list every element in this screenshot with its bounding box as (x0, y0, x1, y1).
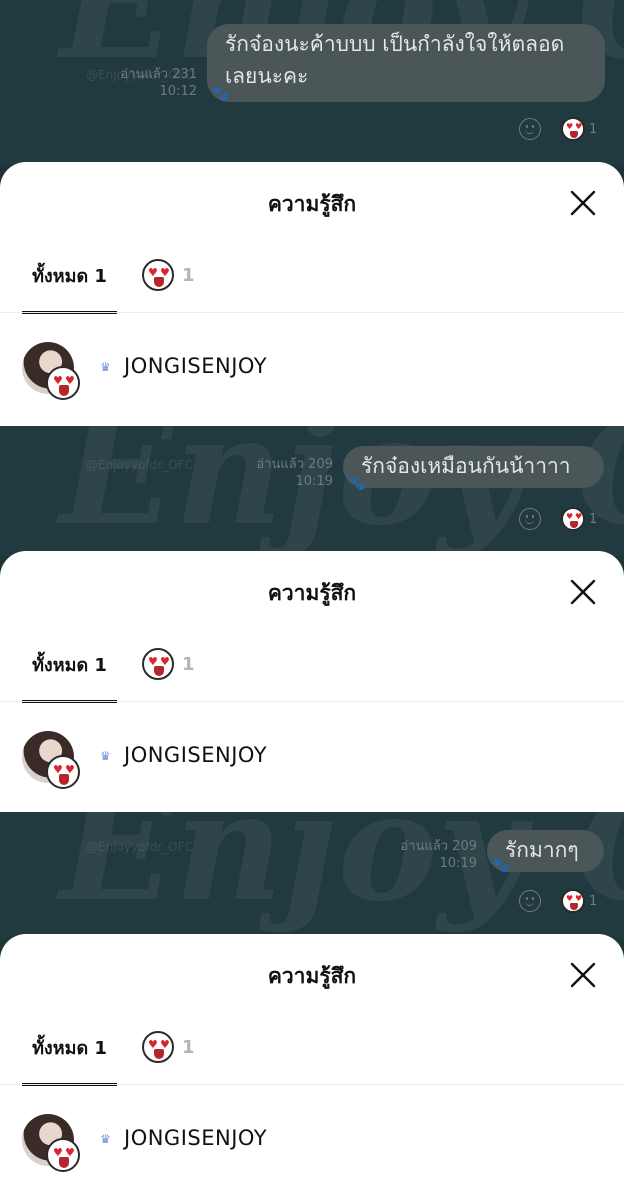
tab-heart-eyes[interactable]: ♥ ♥ 1 (142, 1030, 195, 1064)
chat-strip: Enjoy Olighi @Enjoyyofdr_OFC อ่านแล้ว 23… (0, 0, 624, 165)
read-receipt: อ่านแล้ว 231 (120, 67, 197, 82)
tab-heart-eyes[interactable]: ♥ ♥ 1 (142, 258, 195, 292)
message-meta: อ่านแล้ว 231 10:12 (100, 66, 197, 100)
chat-strip: Enjoy Olighi @Enjoyyofdr_OFC อ่านแล้ว 20… (0, 426, 624, 556)
reaction-count: 1 (589, 893, 598, 909)
crown-icon: ♛ (100, 749, 111, 763)
watermark-handle: @Enjoyyofdr_OFC (86, 458, 193, 472)
heart-eyes-emoji-icon: ♥ ♥ (561, 889, 585, 913)
message-time: 10:12 (159, 84, 197, 99)
smiley-icon[interactable] (519, 118, 541, 140)
reactions-sheet: ความรู้สึก ทั้งหมด 1 ♥ ♥ 1 ♥ ♥ ♛ JONGISENJ… (0, 162, 624, 426)
smiley-icon[interactable] (519, 890, 541, 912)
crown-icon: ♛ (100, 360, 111, 374)
message-bubble[interactable]: รักจ๋องเหมือนกันน้าาาา (343, 446, 604, 488)
heart-eyes-emoji-icon: ♥ ♥ (142, 259, 174, 291)
watermark-handle: @Enjoyyofdr_OFC (86, 840, 193, 854)
username[interactable]: JONGISENJOY (124, 354, 267, 378)
divider (0, 701, 624, 702)
username[interactable]: JONGISENJOY (124, 1126, 267, 1150)
reaction-chip[interactable]: ♥ ♥ 1 (561, 889, 597, 913)
close-icon[interactable] (570, 190, 596, 216)
tab-emoji-count: 1 (182, 1036, 195, 1058)
heart-eyes-emoji-icon: ♥ ♥ (142, 648, 174, 680)
heart-eyes-emoji-icon: ♥ ♥ (561, 117, 585, 141)
heart-eyes-emoji-icon: ♥ ♥ (46, 755, 80, 789)
paw-icon: 🐾 (348, 476, 366, 492)
smiley-icon[interactable] (519, 508, 541, 530)
username[interactable]: JONGISENJOY (124, 743, 267, 767)
reaction-count: 1 (589, 511, 598, 527)
tab-all[interactable]: ทั้งหมด 1 (22, 643, 117, 703)
tab-heart-eyes[interactable]: ♥ ♥ 1 (142, 647, 195, 681)
reaction-chip[interactable]: ♥ ♥ 1 (561, 507, 597, 531)
divider (0, 312, 624, 313)
sheet-title: ความรู้สึก (267, 581, 357, 605)
tab-all[interactable]: ทั้งหมด 1 (22, 1026, 117, 1086)
message-bubble[interactable]: รักจ๋องนะค้าบบบ เป็นกำลังใจให้ตลอดเลยนะค… (207, 24, 605, 102)
heart-eyes-emoji-icon: ♥ ♥ (561, 507, 585, 531)
chat-strip: Enjoy Olighi @Enjoyyofdr_OFC อ่านแล้ว 20… (0, 812, 624, 940)
reaction-chip[interactable]: ♥ ♥ 1 (561, 117, 597, 141)
message-meta: อ่านแล้ว 209 10:19 (236, 456, 333, 490)
reactions-sheet: ความรู้สึก ทั้งหมด 1 ♥ ♥ 1 ♥ ♥ ♛ JONGISENJ… (0, 934, 624, 1200)
reaction-count: 1 (589, 121, 598, 137)
message-time: 10:19 (439, 856, 477, 871)
tab-emoji-count: 1 (182, 653, 195, 675)
tab-emoji-count: 1 (182, 264, 195, 286)
close-icon[interactable] (570, 962, 596, 988)
read-receipt: อ่านแล้ว 209 (256, 457, 333, 472)
reactions-sheet: ความรู้สึก ทั้งหมด 1 ♥ ♥ 1 ♥ ♥ ♛ JONGISENJ… (0, 551, 624, 812)
crown-icon: ♛ (100, 1132, 111, 1146)
close-icon[interactable] (570, 579, 596, 605)
heart-eyes-emoji-icon: ♥ ♥ (46, 366, 80, 400)
heart-eyes-emoji-icon: ♥ ♥ (142, 1031, 174, 1063)
read-receipt: อ่านแล้ว 209 (400, 839, 477, 854)
heart-eyes-emoji-icon: ♥ ♥ (46, 1138, 80, 1172)
tab-all[interactable]: ทั้งหมด 1 (22, 254, 117, 314)
sheet-title: ความรู้สึก (267, 192, 357, 216)
sheet-title: ความรู้สึก (267, 964, 357, 988)
message-meta: อ่านแล้ว 209 10:19 (380, 838, 477, 872)
paw-icon: 🐾 (212, 86, 230, 102)
divider (0, 1084, 624, 1085)
message-time: 10:19 (295, 474, 333, 489)
paw-icon: 🐾 (492, 858, 510, 874)
